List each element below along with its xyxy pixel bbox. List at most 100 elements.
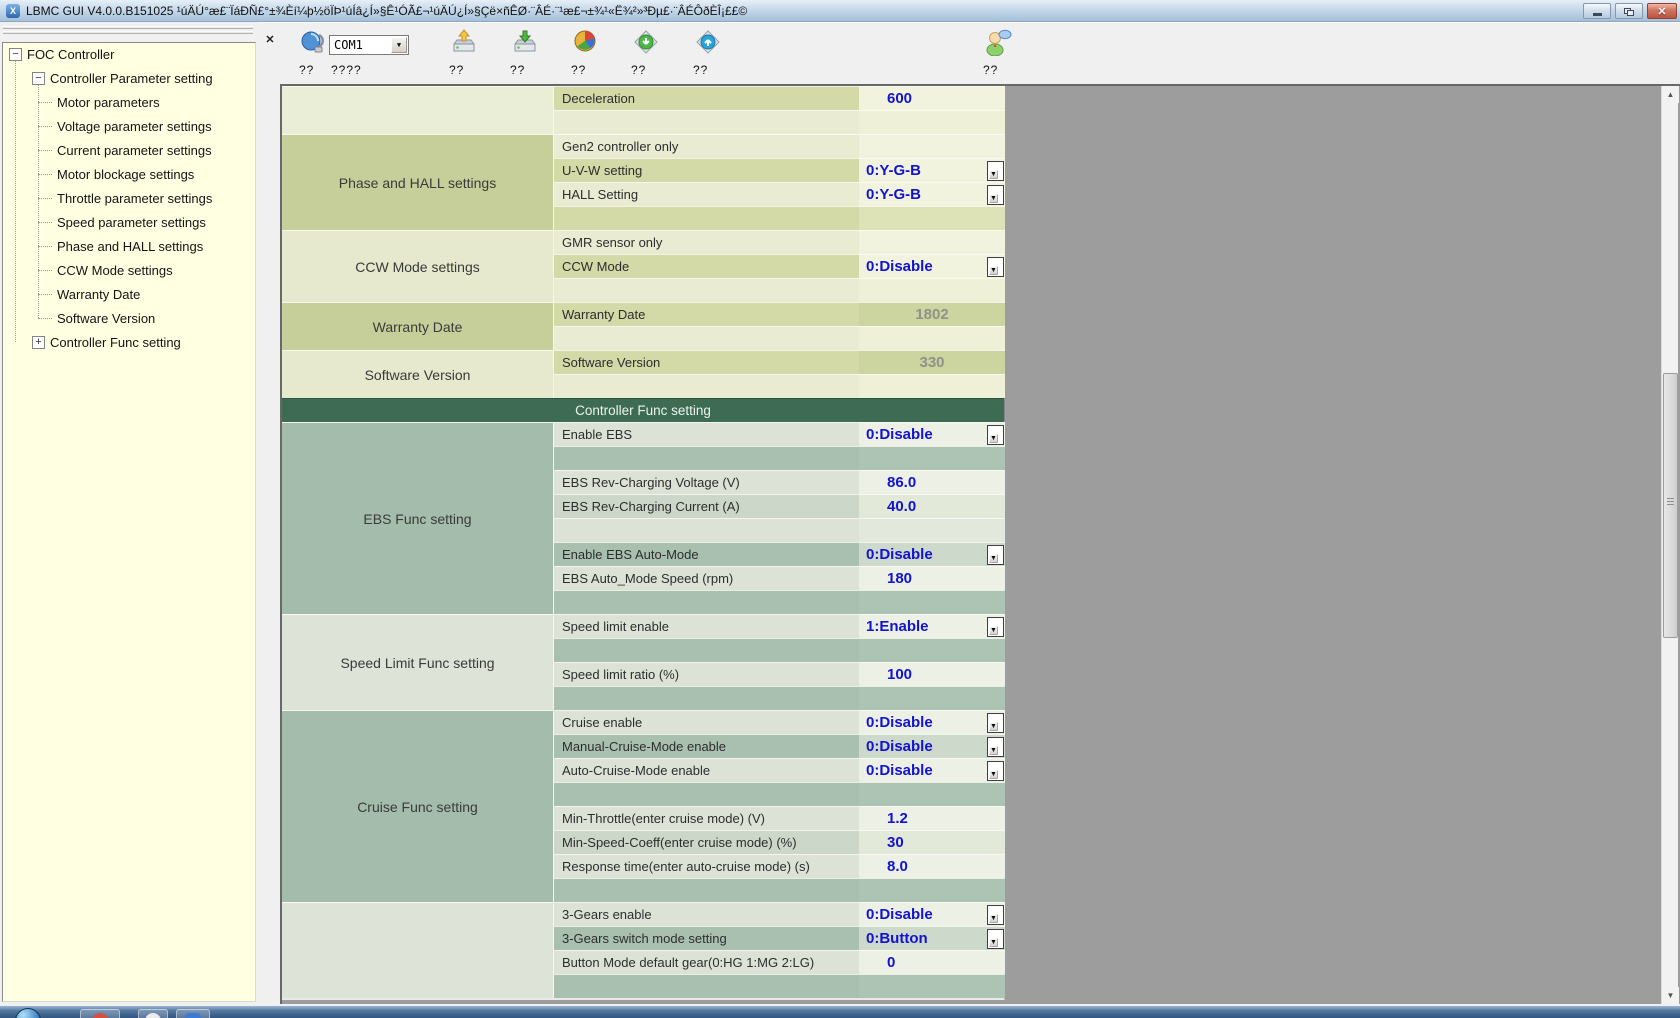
dropdown-button[interactable]: ▼ <box>987 425 1004 445</box>
group-label: Warranty Date <box>373 319 463 335</box>
tree-item[interactable]: Throttle parameter settings <box>38 188 212 208</box>
tree-item[interactable]: Motor parameters <box>38 92 160 112</box>
param-value[interactable]: 40.0 <box>859 494 1005 518</box>
value-text: 0:Disable <box>866 738 933 755</box>
card-up-icon <box>694 28 722 61</box>
dropdown-button[interactable]: ▼ <box>987 905 1004 925</box>
value-text: 86.0 <box>887 474 916 491</box>
tree-item[interactable]: Speed parameter settings <box>38 212 206 232</box>
param-value[interactable]: 0:Button▼ <box>859 926 1005 950</box>
param-label: Response time(enter auto-cruise mode) (s… <box>554 854 859 878</box>
param-value[interactable]: 86.0 <box>859 470 1005 494</box>
dropdown-button[interactable]: ▼ <box>987 929 1004 949</box>
tree-item[interactable]: +Controller Func setting <box>32 332 181 352</box>
app-icon-red <box>92 1013 108 1018</box>
empty-cell <box>859 878 1005 902</box>
param-value[interactable]: 30 <box>859 830 1005 854</box>
chevron-down-icon: ▼ <box>989 266 998 275</box>
chevron-down-icon[interactable]: ▼ <box>391 37 407 53</box>
tree-item[interactable]: Motor blockage settings <box>38 164 194 184</box>
tree-connector <box>38 150 52 151</box>
person-icon <box>983 28 1013 61</box>
param-value[interactable]: 180 <box>859 566 1005 590</box>
value-text: 1.2 <box>887 810 908 827</box>
minimize-button[interactable] <box>1583 3 1611 19</box>
group-cell: Software Version <box>282 350 554 398</box>
param-value-readonly: 1802 <box>859 302 1005 326</box>
param-value[interactable]: 1:Enable▼ <box>859 614 1005 638</box>
param-label: Deceleration <box>554 86 859 110</box>
param-label: 3-Gears switch mode setting <box>554 926 859 950</box>
collapse-icon[interactable]: − <box>32 72 45 85</box>
user-info-button[interactable] <box>981 28 1015 60</box>
empty-cell <box>554 518 859 542</box>
tree-item[interactable]: Current parameter settings <box>38 140 212 160</box>
restore-button[interactable] <box>1615 3 1643 19</box>
tree-connector <box>38 126 52 127</box>
scroll-down-icon[interactable]: ▼ <box>1662 987 1679 1004</box>
scroll-up-icon[interactable]: ▲ <box>1662 86 1679 103</box>
tree-item[interactable]: −FOC Controller <box>9 44 114 64</box>
param-value[interactable]: 600 <box>859 86 1005 110</box>
param-value-readonly: 330 <box>859 350 1005 374</box>
taskbar-app-1[interactable] <box>80 1009 120 1018</box>
vertical-scrollbar[interactable]: ▲ ▼ <box>1661 86 1678 1004</box>
panel-grip[interactable] <box>3 31 253 34</box>
connect-button[interactable] <box>297 28 331 60</box>
param-value[interactable]: 0:Disable▼ <box>859 902 1005 926</box>
tree-connector <box>38 318 52 319</box>
dropdown-button[interactable]: ▼ <box>987 185 1004 205</box>
settings-group: EBS Func settingEnable EBS0:Disable▼EBS … <box>282 422 1004 614</box>
taskbar-app-3[interactable] <box>176 1009 210 1018</box>
param-value[interactable]: 1.2 <box>859 806 1005 830</box>
dropdown-button[interactable]: ▼ <box>987 257 1004 277</box>
param-label: Min-Throttle(enter cruise mode) (V) <box>554 806 859 830</box>
empty-cell <box>554 638 859 662</box>
tree-item-label: Software Version <box>57 311 155 326</box>
param-label: Button Mode default gear(0:HG 1:MG 2:LG) <box>554 950 859 974</box>
tree-item[interactable]: −Controller Parameter setting <box>32 68 213 88</box>
tree-item[interactable]: Warranty Date <box>38 284 140 304</box>
scrollbar-thumb[interactable] <box>1663 373 1678 638</box>
start-button[interactable] <box>15 1008 41 1018</box>
dropdown-button[interactable]: ▼ <box>987 545 1004 565</box>
com-port-select[interactable]: COM1▼ <box>329 35 409 55</box>
taskbar <box>0 1006 1680 1018</box>
expand-icon[interactable]: + <box>32 336 45 349</box>
app-icon-blue <box>185 1013 201 1018</box>
param-value[interactable]: 8.0 <box>859 854 1005 878</box>
tree-item[interactable]: Voltage parameter settings <box>38 116 212 136</box>
dropdown-button[interactable]: ▼ <box>987 617 1004 637</box>
empty-cell <box>859 278 1005 302</box>
param-value[interactable]: 0:Disable▼ <box>859 422 1005 446</box>
tree-item[interactable]: CCW Mode settings <box>38 260 173 280</box>
collapse-icon[interactable]: − <box>9 48 22 61</box>
read-from-controller-button[interactable] <box>447 28 481 60</box>
param-value[interactable]: 0:Disable▼ <box>859 542 1005 566</box>
import-file-button[interactable] <box>629 28 663 60</box>
param-value[interactable]: 0:Disable▼ <box>859 710 1005 734</box>
param-value[interactable]: 0 <box>859 950 1005 974</box>
param-value[interactable]: 0:Disable▼ <box>859 254 1005 278</box>
param-value[interactable]: 100 <box>859 662 1005 686</box>
dropdown-button[interactable]: ▼ <box>987 713 1004 733</box>
panel-grip[interactable] <box>3 26 253 29</box>
parameter-chart-button[interactable] <box>569 28 603 60</box>
write-to-controller-button[interactable] <box>508 28 542 60</box>
param-value[interactable]: 0:Y-G-B▼ <box>859 158 1005 182</box>
dropdown-button[interactable]: ▼ <box>987 761 1004 781</box>
group-cell: Speed Limit Func setting <box>282 614 554 710</box>
close-button[interactable]: ✕ <box>1647 3 1677 19</box>
dropdown-button[interactable]: ▼ <box>987 737 1004 757</box>
param-value[interactable]: 0:Disable ▼ <box>859 734 1005 758</box>
param-value[interactable]: 0:Disable▼ <box>859 758 1005 782</box>
tree-item[interactable]: Phase and HALL settings <box>38 236 203 256</box>
tree-connector <box>38 174 52 175</box>
tree-item[interactable]: Software Version <box>38 308 155 328</box>
taskbar-app-2[interactable] <box>138 1009 168 1018</box>
export-file-button[interactable] <box>691 28 725 60</box>
toolbar-close-button[interactable]: ✕ <box>263 33 277 47</box>
dropdown-button[interactable]: ▼ <box>987 161 1004 181</box>
param-value[interactable]: 0:Y-G-B▼ <box>859 182 1005 206</box>
tree-item-label: Throttle parameter settings <box>57 191 212 206</box>
